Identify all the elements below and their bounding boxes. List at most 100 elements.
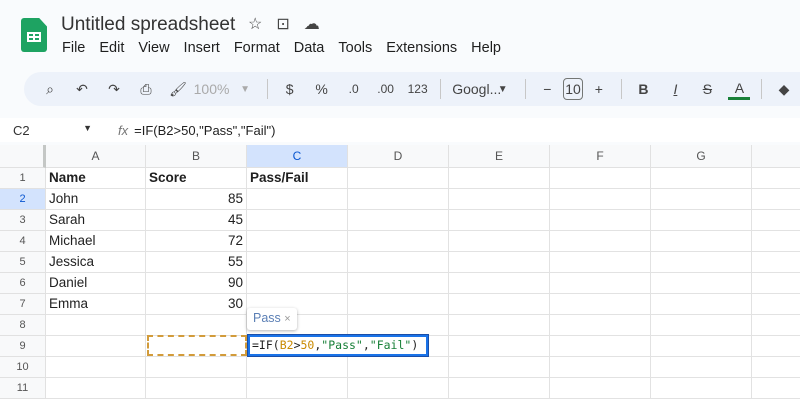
cell[interactable]	[46, 336, 146, 357]
row-header-1[interactable]: 1	[0, 168, 46, 189]
cell[interactable]	[752, 294, 800, 315]
cell[interactable]	[449, 273, 550, 294]
cell-B3[interactable]: 45	[146, 210, 247, 231]
row-header-5[interactable]: 5	[0, 252, 46, 273]
cell[interactable]	[550, 294, 651, 315]
cell[interactable]	[348, 378, 449, 399]
column-header-D[interactable]: D	[348, 145, 449, 168]
cell[interactable]	[752, 231, 800, 252]
cell[interactable]	[449, 231, 550, 252]
cell[interactable]	[247, 210, 348, 231]
menu-file[interactable]: File	[62, 40, 85, 56]
cell[interactable]	[247, 189, 348, 210]
cell[interactable]	[550, 336, 651, 357]
cell[interactable]	[449, 336, 550, 357]
row-header-9[interactable]: 9	[0, 336, 46, 357]
menu-help[interactable]: Help	[471, 40, 501, 56]
cell[interactable]	[449, 315, 550, 336]
cell[interactable]	[348, 315, 449, 336]
cell[interactable]	[348, 294, 449, 315]
cell[interactable]	[651, 315, 752, 336]
menu-view[interactable]: View	[138, 40, 169, 56]
fill-color-icon[interactable]: ◆	[768, 75, 800, 103]
cell[interactable]	[752, 252, 800, 273]
currency-button[interactable]: $	[274, 75, 306, 103]
row-header-4[interactable]: 4	[0, 231, 46, 252]
cell[interactable]	[651, 336, 752, 357]
menu-data[interactable]: Data	[294, 40, 325, 56]
cell[interactable]	[752, 210, 800, 231]
cell[interactable]	[247, 273, 348, 294]
strikethrough-button[interactable]: S	[691, 75, 723, 103]
menu-insert[interactable]: Insert	[184, 40, 220, 56]
cell-A1[interactable]: Name	[46, 168, 146, 189]
zoom-select[interactable]: 100%	[194, 75, 230, 103]
cell[interactable]	[146, 378, 247, 399]
row-header-11[interactable]: 11	[0, 378, 46, 399]
cell[interactable]	[247, 231, 348, 252]
cell-B2[interactable]: 85	[146, 189, 247, 210]
cell[interactable]	[752, 357, 800, 378]
star-icon[interactable]: ☆	[248, 14, 262, 34]
cell[interactable]	[752, 168, 800, 189]
menu-format[interactable]: Format	[234, 40, 280, 56]
name-box[interactable]: C2 ▼	[0, 123, 100, 138]
column-header[interactable]	[752, 145, 800, 168]
cell[interactable]	[550, 378, 651, 399]
cell[interactable]	[550, 357, 651, 378]
decrease-decimal-button[interactable]: .0	[338, 75, 370, 103]
cell[interactable]	[348, 210, 449, 231]
cell[interactable]	[752, 336, 800, 357]
suggestion-text[interactable]: Pass	[253, 311, 281, 325]
move-folder-icon[interactable]: ⊡	[276, 14, 289, 34]
cell[interactable]	[449, 378, 550, 399]
cell[interactable]	[550, 315, 651, 336]
cell[interactable]	[348, 357, 449, 378]
column-header-C[interactable]: C	[247, 145, 348, 168]
close-icon[interactable]: ×	[284, 313, 290, 325]
search-icon[interactable]: ⌕	[34, 75, 66, 103]
cell-B1[interactable]: Score	[146, 168, 247, 189]
increase-font-size-button[interactable]: +	[583, 75, 615, 103]
cell[interactable]	[550, 231, 651, 252]
bold-button[interactable]: B	[627, 75, 659, 103]
cell[interactable]	[449, 294, 550, 315]
row-header-6[interactable]: 6	[0, 273, 46, 294]
cell[interactable]	[449, 357, 550, 378]
number-format-button[interactable]: 123	[402, 75, 434, 103]
row-header-8[interactable]: 8	[0, 315, 46, 336]
cell[interactable]	[348, 273, 449, 294]
cell[interactable]	[752, 315, 800, 336]
cell[interactable]	[550, 210, 651, 231]
cell-A2[interactable]: John	[46, 189, 146, 210]
row-header-3[interactable]: 3	[0, 210, 46, 231]
select-all-corner[interactable]	[0, 145, 46, 168]
autocomplete-tooltip[interactable]: Pass ×	[247, 308, 297, 330]
cell[interactable]	[348, 168, 449, 189]
cell[interactable]	[752, 273, 800, 294]
cell[interactable]	[348, 189, 449, 210]
cell[interactable]	[348, 231, 449, 252]
cell[interactable]	[651, 273, 752, 294]
cell-editor[interactable]: =IF(B2>50,"Pass","Fail")	[248, 335, 428, 356]
percent-button[interactable]: %	[306, 75, 338, 103]
cell-A5[interactable]: Jessica	[46, 252, 146, 273]
menu-extensions[interactable]: Extensions	[386, 40, 457, 56]
font-select[interactable]: Googl...	[446, 75, 501, 103]
text-color-button[interactable]: A	[728, 78, 751, 100]
cell[interactable]	[449, 252, 550, 273]
column-header-F[interactable]: F	[550, 145, 651, 168]
paint-format-icon[interactable]: 🖌	[162, 75, 194, 103]
sheets-logo[interactable]	[21, 18, 47, 52]
cell-B5[interactable]: 55	[146, 252, 247, 273]
column-header-B[interactable]: B	[146, 145, 247, 168]
cell-B4[interactable]: 72	[146, 231, 247, 252]
cell-A6[interactable]: Daniel	[46, 273, 146, 294]
cell-B7[interactable]: 30	[146, 294, 247, 315]
font-size-input[interactable]: 10	[563, 78, 583, 100]
cell[interactable]	[449, 168, 550, 189]
cell[interactable]	[146, 357, 247, 378]
undo-icon[interactable]: ↶	[66, 75, 98, 103]
cell[interactable]	[651, 357, 752, 378]
cell[interactable]	[550, 273, 651, 294]
